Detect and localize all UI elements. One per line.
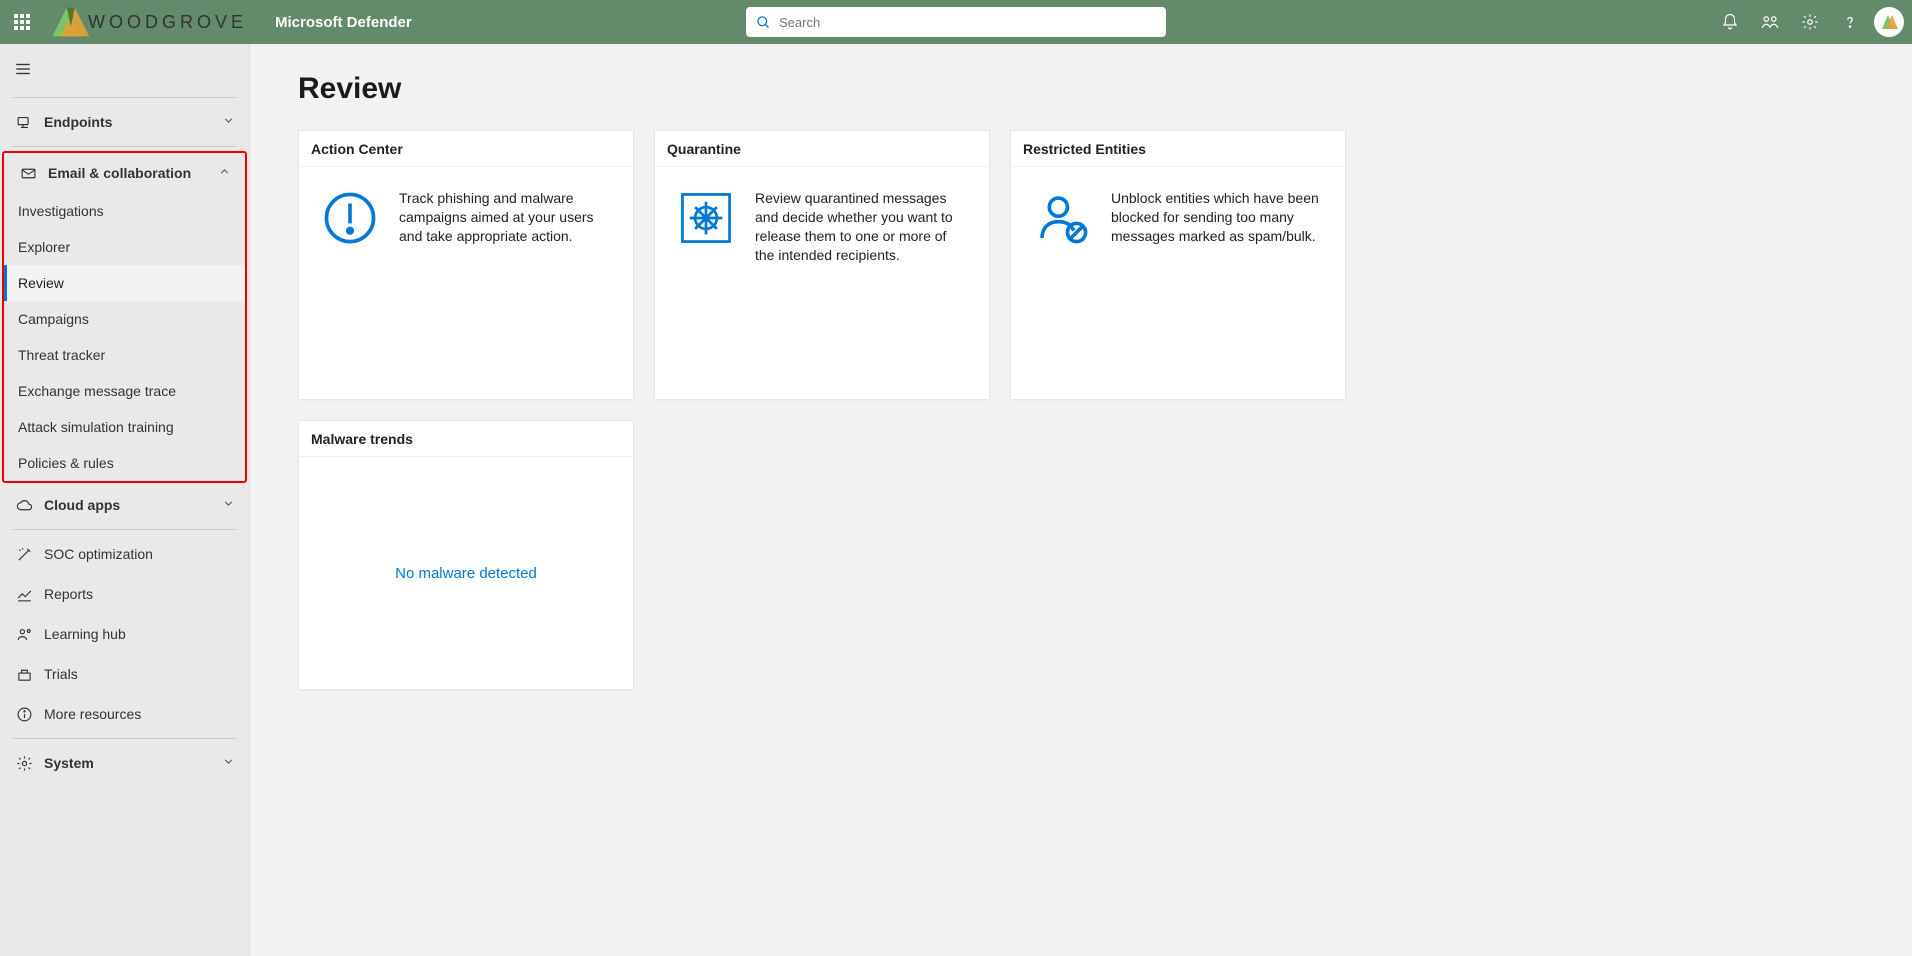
chevron-down-icon — [222, 497, 235, 513]
product-name: Microsoft Defender — [275, 14, 412, 31]
wand-icon — [14, 544, 34, 564]
card-description: Unblock entities which have been blocked… — [1111, 189, 1323, 246]
search-box[interactable] — [746, 7, 1166, 37]
woodgrove-logo-icon — [46, 6, 94, 38]
sidebar-item-campaigns[interactable]: Campaigns — [4, 301, 245, 337]
learning-icon — [14, 624, 34, 644]
sidebar-item-exchange-message-trace[interactable]: Exchange message trace — [4, 373, 245, 409]
sidebar-item-review[interactable]: Review — [4, 265, 245, 301]
app-launcher-icon[interactable] — [0, 0, 44, 44]
sidebar-item-email-collaboration[interactable]: Email & collaboration — [4, 153, 245, 193]
sidebar-item-attack-simulation-training[interactable]: Attack simulation training — [4, 409, 245, 445]
chart-icon — [14, 584, 34, 604]
sidebar: Endpoints Email & collaboration Investig… — [0, 44, 250, 956]
empty-state-text: No malware detected — [395, 565, 537, 582]
notifications-icon[interactable] — [1710, 0, 1750, 44]
account-avatar[interactable] — [1874, 7, 1904, 37]
sidebar-item-label: SOC optimization — [44, 546, 153, 562]
sidebar-item-investigations[interactable]: Investigations — [4, 193, 245, 229]
chevron-up-icon — [218, 165, 231, 181]
sidebar-item-label: Cloud apps — [44, 497, 120, 513]
card-malware-trends[interactable]: Malware trends No malware detected — [298, 420, 634, 690]
endpoints-icon — [14, 112, 34, 132]
sidebar-item-more-resources[interactable]: More resources — [0, 694, 249, 734]
card-title: Malware trends — [299, 421, 633, 457]
sidebar-item-soc-optimization[interactable]: SOC optimization — [0, 534, 249, 574]
info-icon — [14, 704, 34, 724]
divider — [12, 738, 237, 739]
sidebar-item-label: Endpoints — [44, 114, 112, 130]
card-title: Restricted Entities — [1011, 131, 1345, 167]
sidebar-item-label: Campaigns — [18, 311, 89, 327]
org-name: WOODGROVE — [88, 12, 247, 33]
header: WOODGROVE Microsoft Defender — [0, 0, 1912, 44]
sidebar-item-label: Threat tracker — [18, 347, 105, 363]
sidebar-item-label: Attack simulation training — [18, 419, 174, 435]
sidebar-item-label: More resources — [44, 706, 141, 722]
sidebar-item-label: Reports — [44, 586, 93, 602]
sidebar-item-endpoints[interactable]: Endpoints — [0, 102, 249, 142]
sidebar-item-label: Review — [18, 275, 64, 291]
sidebar-item-label: Investigations — [18, 203, 104, 219]
sidebar-item-reports[interactable]: Reports — [0, 574, 249, 614]
divider — [12, 146, 237, 147]
sidebar-item-explorer[interactable]: Explorer — [4, 229, 245, 265]
sidebar-item-system[interactable]: System — [0, 743, 249, 783]
card-description: Review quarantined messages and decide w… — [755, 189, 967, 265]
card-description: Track phishing and malware campaigns aim… — [399, 189, 611, 246]
sidebar-item-label: System — [44, 755, 94, 771]
chevron-down-icon — [222, 114, 235, 130]
settings-icon[interactable] — [1790, 0, 1830, 44]
mail-icon — [18, 163, 38, 183]
search-icon — [756, 15, 771, 30]
card-title: Action Center — [299, 131, 633, 167]
sidebar-item-threat-tracker[interactable]: Threat tracker — [4, 337, 245, 373]
gear-icon — [14, 753, 34, 773]
sidebar-item-label: Exchange message trace — [18, 383, 176, 399]
org-logo: WOODGROVE — [44, 6, 247, 38]
sidebar-item-label: Trials — [44, 666, 78, 682]
sidebar-item-label: Email & collaboration — [48, 165, 191, 181]
sidebar-item-cloud-apps[interactable]: Cloud apps — [0, 485, 249, 525]
main-content: Review Action Center Track phishing and … — [250, 44, 1912, 956]
sidebar-item-label: Policies & rules — [18, 455, 114, 471]
avatar-logo-icon — [1879, 12, 1899, 32]
chevron-down-icon — [222, 755, 235, 771]
help-icon[interactable] — [1830, 0, 1870, 44]
community-icon[interactable] — [1750, 0, 1790, 44]
card-quarantine[interactable]: Quarantine Review quarantined messages a… — [654, 130, 990, 400]
divider — [12, 529, 237, 530]
sidebar-item-policies-rules[interactable]: Policies & rules — [4, 445, 245, 481]
cloud-icon — [14, 495, 34, 515]
annotation-highlight: Email & collaboration Investigations Exp… — [2, 151, 247, 483]
card-title: Quarantine — [655, 131, 989, 167]
blocked-user-icon — [1033, 189, 1091, 247]
page-title: Review — [298, 72, 1864, 106]
collapse-nav-button[interactable] — [0, 50, 249, 93]
alert-circle-icon — [321, 189, 379, 247]
quarantine-icon — [677, 189, 735, 247]
sidebar-item-label: Learning hub — [44, 626, 126, 642]
sidebar-item-label: Explorer — [18, 239, 70, 255]
search-input[interactable] — [779, 15, 1156, 30]
card-restricted-entities[interactable]: Restricted Entities Unblock entities whi… — [1010, 130, 1346, 400]
sidebar-item-trials[interactable]: Trials — [0, 654, 249, 694]
card-action-center[interactable]: Action Center Track phishing and malware… — [298, 130, 634, 400]
trials-icon — [14, 664, 34, 684]
divider — [12, 97, 237, 98]
sidebar-item-learning-hub[interactable]: Learning hub — [0, 614, 249, 654]
